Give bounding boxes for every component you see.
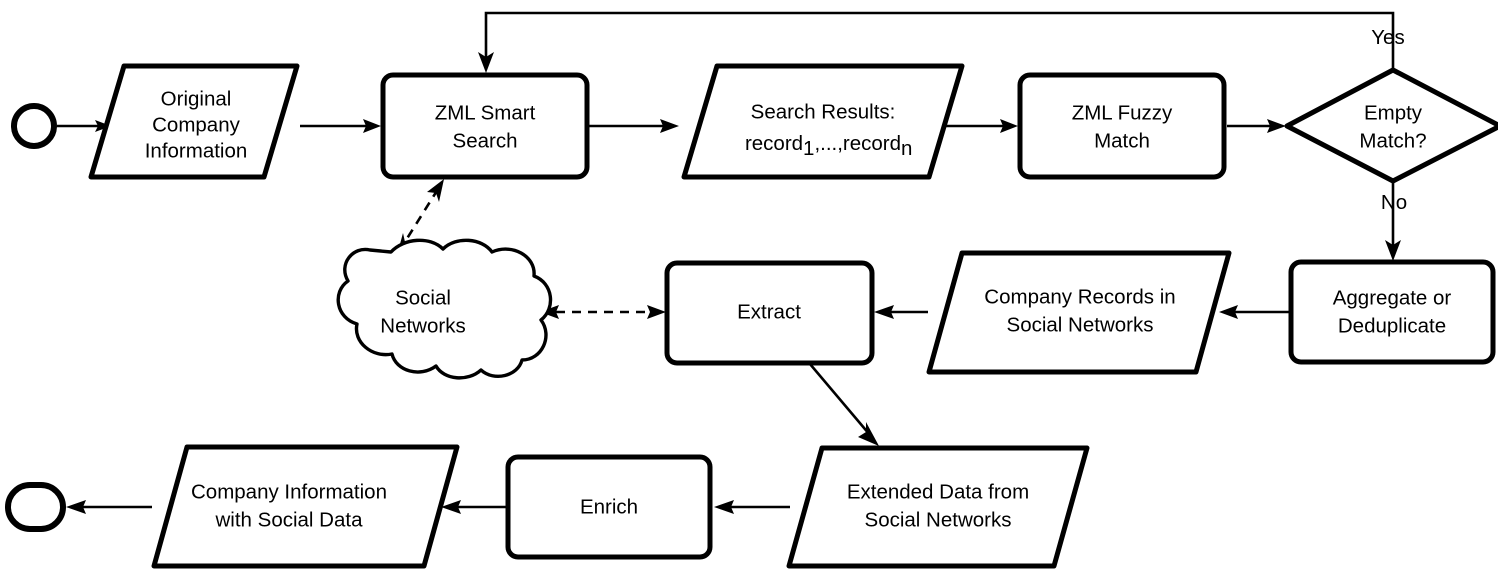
node-label-line2: with Social Data (215, 508, 364, 531)
record-subscript-n: n (901, 137, 912, 160)
node-search-results: Search Results: record1,...,recordn (681, 63, 965, 180)
node-aggregate-or-deduplicate: Aggregate or Deduplicate (1288, 259, 1496, 365)
diamond-shape (1284, 67, 1498, 184)
edge-zml-fuzzy-match-to-empty-match-decision (1227, 119, 1286, 133)
node-label-line1: ZML Fuzzy (1072, 101, 1173, 124)
process-box-shape (1017, 72, 1227, 180)
parallelogram-shape (786, 445, 1090, 569)
node-company-information-with-social-data: Company Information with Social Data (151, 444, 460, 569)
flowchart-diagram: Original Company Information ZML Smart S… (0, 0, 1498, 573)
node-company-records-in-social-networks: Company Records in Social Networks (926, 250, 1232, 375)
node-label-line2: Networks (380, 314, 465, 337)
parallelogram-shape (151, 444, 460, 569)
node-label-line1: Aggregate or (1333, 286, 1452, 309)
node-label-line1: Empty (1364, 101, 1423, 124)
node-original-company-information: Original Company Information (88, 63, 300, 180)
edge-extended-data-to-enrich (714, 500, 790, 514)
node-extended-data-from-social-networks: Extended Data from Social Networks (786, 445, 1090, 569)
flowchart-canvas: Original Company Information ZML Smart S… (5, 11, 1498, 569)
edge-label-no: No (1381, 191, 1407, 214)
edge-company-records-to-extract (874, 305, 928, 319)
end-stadium (5, 482, 66, 532)
node-label-line2: Company (152, 113, 240, 136)
node-label-line2: Match? (1359, 129, 1426, 152)
node-label-line3: Information (145, 139, 248, 162)
node-label-line1: Social (395, 286, 451, 309)
node-label-line1: Extract (737, 300, 801, 323)
edge-label-yes: Yes (1371, 26, 1404, 49)
node-extract: Extract (664, 260, 875, 366)
node-zml-fuzzy-match: ZML Fuzzy Match (1017, 72, 1227, 180)
node-label-line1: Company Records in (984, 285, 1175, 308)
node-label-line1: Enrich (580, 495, 638, 518)
edge-zml-smart-search-to-search-results (588, 119, 679, 133)
edge-social-networks-to-extract (540, 305, 666, 319)
node-label-line1: Original (161, 87, 232, 110)
record-base-1: record (745, 132, 803, 155)
node-social-networks: Social Networks (336, 238, 553, 380)
edge-aggregate-or-deduplicate-to-company-records (1219, 305, 1290, 319)
node-label-line2: Deduplicate (1338, 314, 1446, 337)
node-label-line2: Match (1094, 129, 1150, 152)
node-label-line1: Search Results: (751, 100, 896, 123)
node-end (5, 482, 66, 532)
node-label-line1: ZML Smart (435, 101, 536, 124)
process-box-shape (380, 72, 590, 180)
edge-search-results-to-zml-fuzzy-match (945, 119, 1018, 133)
edge-original-company-information-to-zml-smart-search (300, 119, 381, 133)
record-subscript-1: 1 (803, 137, 814, 160)
process-box-shape (1288, 259, 1496, 365)
node-enrich: Enrich (505, 454, 713, 560)
node-label-line1: Extended Data from (847, 480, 1029, 503)
node-label-line2: Search (453, 129, 518, 152)
edge-extract-to-extended-data (809, 363, 879, 446)
node-zml-smart-search: ZML Smart Search (380, 72, 590, 180)
edge-enrich-to-company-information-with-social-data (441, 500, 508, 514)
start-circle (11, 103, 57, 149)
node-empty-match-decision: Empty Match? (1284, 67, 1498, 184)
edge-company-information-to-end (66, 500, 152, 514)
record-separator: ,...,record (814, 132, 901, 155)
node-start (11, 103, 57, 149)
node-label-line1: Company Information (191, 480, 387, 503)
node-label-line2: Social Networks (1007, 313, 1154, 336)
node-label-line2: Social Networks (865, 508, 1012, 531)
